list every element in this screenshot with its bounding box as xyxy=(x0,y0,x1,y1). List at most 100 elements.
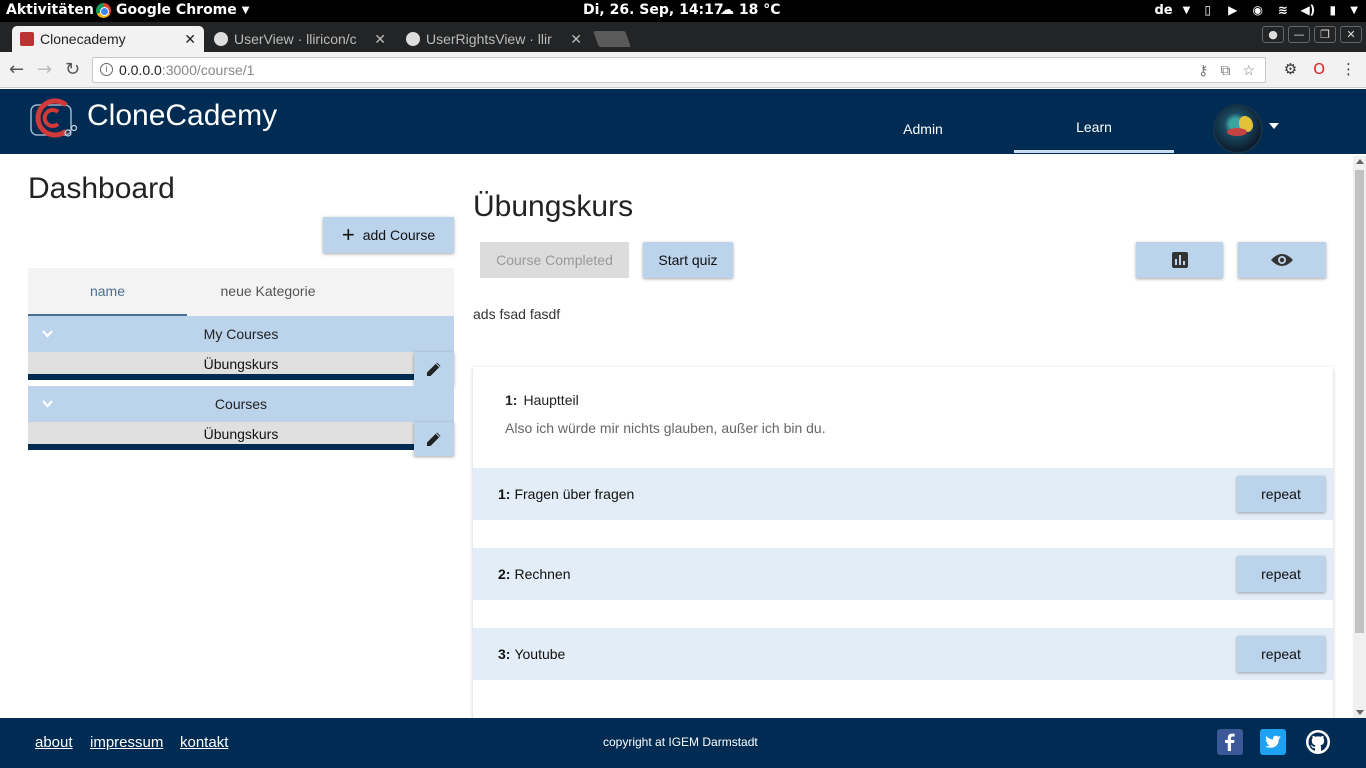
course-item-label: Übungskurs xyxy=(203,426,279,442)
scrollbar-thumb[interactable] xyxy=(1355,170,1364,633)
battery-icon[interactable]: ▮ xyxy=(1325,3,1340,18)
preview-button[interactable] xyxy=(1238,242,1326,278)
tab-name[interactable]: name xyxy=(28,268,187,316)
clonecademy-logo-icon[interactable] xyxy=(28,95,80,141)
key-icon[interactable]: ⚷ xyxy=(1198,58,1208,82)
footer-link-kontakt[interactable]: kontakt xyxy=(180,734,228,751)
browser-tab-userview[interactable]: UserView · lliricon/c ✕ xyxy=(206,26,394,52)
plus-icon: + xyxy=(341,222,355,247)
url-path: :3000/course/1 xyxy=(161,62,255,78)
app-menu[interactable]: Google Chrome ▼ xyxy=(96,2,249,18)
forward-arrow-icon[interactable]: → xyxy=(37,59,52,80)
statistics-button[interactable] xyxy=(1136,242,1223,278)
dashboard-title: Dashboard xyxy=(28,172,175,205)
browser-toolbar: ← → ↻ i 0.0.0.0:3000/course/1 ⚷ ⧉ ☆ ⚙ O … xyxy=(0,52,1366,88)
back-arrow-icon[interactable]: ← xyxy=(9,59,24,80)
edit-course-button[interactable] xyxy=(414,422,454,456)
facebook-icon[interactable] xyxy=(1217,729,1243,755)
chevron-down-icon: ▼ xyxy=(1350,5,1358,16)
edit-course-button[interactable] xyxy=(414,352,454,386)
browser-tab-strip: Clonecademy ✕ UserView · lliricon/c ✕ Us… xyxy=(0,22,1366,52)
course-item-ubungskurs[interactable]: Übungskurs xyxy=(28,352,454,380)
opera-icon[interactable]: O xyxy=(1313,60,1325,78)
add-course-button[interactable]: + add Course xyxy=(323,217,454,253)
maximize-icon[interactable]: ❐ xyxy=(1314,26,1336,43)
course-completed-button[interactable]: Course Completed xyxy=(480,242,629,278)
active-tab-indicator xyxy=(1014,150,1174,153)
pencil-icon xyxy=(427,432,441,446)
repeat-button[interactable]: repeat xyxy=(1237,476,1325,512)
close-icon[interactable]: ✕ xyxy=(374,26,386,52)
activities-button[interactable]: Aktivitäten xyxy=(6,2,94,18)
copyright-text: copyright at IGEM Darmstadt xyxy=(603,735,758,749)
brand-name[interactable]: CloneCademy xyxy=(87,99,277,133)
info-icon[interactable]: i xyxy=(100,63,113,76)
repeat-button[interactable]: repeat xyxy=(1237,636,1325,672)
github-icon[interactable] xyxy=(1305,729,1331,755)
wifi-icon[interactable]: ≋ xyxy=(1275,3,1290,18)
footer-link-about[interactable]: about xyxy=(35,734,73,751)
volume-icon[interactable]: ◀) xyxy=(1300,3,1315,18)
chevron-down-icon xyxy=(42,400,53,408)
chevron-down-icon[interactable] xyxy=(1269,123,1279,129)
url-host: 0.0.0.0 xyxy=(119,62,162,78)
phone-icon[interactable]: ▯ xyxy=(1200,3,1215,18)
course-item-ubungskurs[interactable]: Übungskurs xyxy=(28,422,454,450)
section-heading: 1: Hauptteil xyxy=(505,392,579,408)
browser-tab-clonecademy[interactable]: Clonecademy ✕ xyxy=(12,26,204,52)
close-icon[interactable]: ✕ xyxy=(570,26,582,52)
close-icon[interactable]: ✕ xyxy=(184,26,196,52)
extension-icons: ⚙ O ⋮ xyxy=(1284,60,1356,78)
pencil-icon xyxy=(427,362,441,376)
course-title: Übungskurs xyxy=(473,190,634,223)
system-tray[interactable]: de ▼ ▯ ▶ ◉ ≋ ◀) ▮ ▼ xyxy=(1154,3,1358,18)
group-label: Courses xyxy=(214,396,268,412)
github-favicon-icon xyxy=(214,32,228,46)
tab-neue-kategorie[interactable]: neue Kategorie xyxy=(187,268,349,316)
lesson-number: 2: xyxy=(498,566,511,582)
twitter-icon[interactable] xyxy=(1260,729,1286,755)
new-tab-button[interactable] xyxy=(593,31,631,47)
nav-admin[interactable]: Admin xyxy=(872,121,974,137)
scroll-up-icon[interactable] xyxy=(1356,159,1364,164)
close-window-icon[interactable]: ✕ xyxy=(1340,26,1362,43)
minimize-icon[interactable]: — xyxy=(1288,26,1310,43)
keyboard-layout[interactable]: de xyxy=(1154,3,1172,18)
tab-title: UserView · lliricon/c xyxy=(234,31,357,47)
scroll-down-icon[interactable] xyxy=(1356,710,1364,715)
bar-chart-icon xyxy=(1171,252,1188,268)
star-icon[interactable]: ☆ xyxy=(1242,58,1255,82)
nav-learn[interactable]: Learn xyxy=(1014,119,1174,135)
app-menu-label: Google Chrome xyxy=(116,2,237,18)
footer: about impressum kontakt copyright at IGE… xyxy=(0,718,1366,768)
group-my-courses[interactable]: My Courses xyxy=(28,316,454,352)
more-menu-icon[interactable]: ⋮ xyxy=(1341,60,1356,78)
group-courses[interactable]: Courses xyxy=(28,386,454,422)
tab-title: Clonecademy xyxy=(40,31,126,47)
tab-title: UserRightsView · llir xyxy=(426,31,552,47)
course-item-label: Übungskurs xyxy=(203,356,279,372)
address-bar[interactable]: i 0.0.0.0:3000/course/1 ⚷ ⧉ ☆ xyxy=(92,57,1266,83)
extension-icon[interactable]: ⚙ xyxy=(1284,60,1297,78)
page-scrollbar[interactable] xyxy=(1353,156,1366,718)
settings-icon[interactable]: ◉ xyxy=(1250,3,1265,18)
clock[interactable]: Di, 26. Sep, 14:17 xyxy=(583,2,724,18)
browser-tab-userrightsview[interactable]: UserRightsView · llir ✕ xyxy=(398,26,590,52)
profile-icon[interactable]: ● xyxy=(1262,26,1284,43)
weather-temp: 18 °C xyxy=(738,2,781,18)
start-quiz-button[interactable]: Start quiz xyxy=(643,242,733,278)
footer-link-impressum[interactable]: impressum xyxy=(90,734,163,751)
reload-icon[interactable]: ↻ xyxy=(65,59,80,80)
lesson-title: Rechnen xyxy=(514,566,571,582)
repeat-button[interactable]: repeat xyxy=(1237,556,1325,592)
lesson-row: 2: Rechnen repeat xyxy=(473,548,1333,600)
chevron-down-icon xyxy=(42,330,53,338)
lesson-title: Fragen über fragen xyxy=(514,486,635,502)
avatar[interactable] xyxy=(1213,104,1263,154)
lesson-row: 1: Fragen über fragen repeat xyxy=(473,468,1333,520)
play-icon[interactable]: ▶ xyxy=(1225,3,1240,18)
lesson-label: 2: Rechnen xyxy=(498,566,571,582)
weather-indicator[interactable]: ☁ 18 °C xyxy=(720,2,781,18)
translate-icon[interactable]: ⧉ xyxy=(1220,58,1230,82)
add-course-label: add Course xyxy=(362,227,436,243)
